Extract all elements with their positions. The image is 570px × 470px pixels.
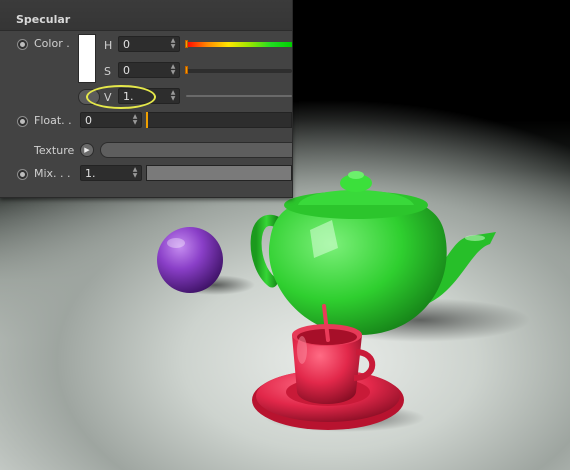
- specular-attribute-panel: Specular Color . H 0 ▲ ▼ S 0 ▲ ▼ V 1. ▲ ▼ F…: [0, 0, 293, 198]
- float-slider[interactable]: [146, 112, 292, 128]
- color-label-suffix: .: [66, 37, 70, 50]
- texture-slot[interactable]: [100, 142, 292, 158]
- saturation-slider[interactable]: [186, 69, 292, 73]
- h-field[interactable]: 0 ▲ ▼: [118, 36, 180, 52]
- float-stepper-icon[interactable]: ▲ ▼: [132, 114, 138, 126]
- h-label: H: [104, 39, 113, 52]
- color-swatch[interactable]: [78, 34, 96, 83]
- mix-slider[interactable]: [146, 165, 292, 181]
- texture-play-button[interactable]: ▶: [80, 143, 94, 157]
- v-stepper-icon[interactable]: ▲ ▼: [170, 90, 176, 102]
- color-label-text: Color: [34, 37, 63, 50]
- float-slider-handle[interactable]: [146, 112, 148, 128]
- play-triangle-icon: ▶: [84, 146, 90, 154]
- color-label: Color .: [34, 37, 70, 50]
- s-field[interactable]: 0 ▲ ▼: [118, 62, 180, 78]
- hue-slider-handle[interactable]: [185, 40, 188, 48]
- hue-slider[interactable]: [186, 42, 292, 47]
- purple-sphere: [157, 227, 223, 293]
- panel-title: Specular: [16, 13, 71, 26]
- s-value: 0: [123, 64, 130, 77]
- value-slider[interactable]: [186, 95, 292, 97]
- h-value: 0: [123, 38, 130, 51]
- mix-stepper-icon[interactable]: ▲ ▼: [132, 167, 138, 179]
- float-keyframe-radio[interactable]: [17, 116, 28, 127]
- texture-label: Texture: [34, 144, 75, 157]
- s-stepper-icon[interactable]: ▲ ▼: [170, 64, 176, 76]
- mix-label: Mix. . .: [34, 167, 71, 180]
- float-label: Float. .: [34, 114, 72, 127]
- float-value: 0: [85, 114, 92, 127]
- h-stepper-icon[interactable]: ▲ ▼: [170, 38, 176, 50]
- panel-header: Specular: [0, 0, 292, 31]
- color-keyframe-radio[interactable]: [17, 39, 28, 50]
- mix-value: 1.: [85, 167, 96, 180]
- s-label: S: [104, 65, 111, 78]
- saturation-slider-handle[interactable]: [185, 66, 188, 74]
- mix-field[interactable]: 1. ▲ ▼: [80, 165, 142, 181]
- float-field[interactable]: 0 ▲ ▼: [80, 112, 142, 128]
- v-highlight-ellipse: [86, 85, 156, 109]
- mix-keyframe-radio[interactable]: [17, 169, 28, 180]
